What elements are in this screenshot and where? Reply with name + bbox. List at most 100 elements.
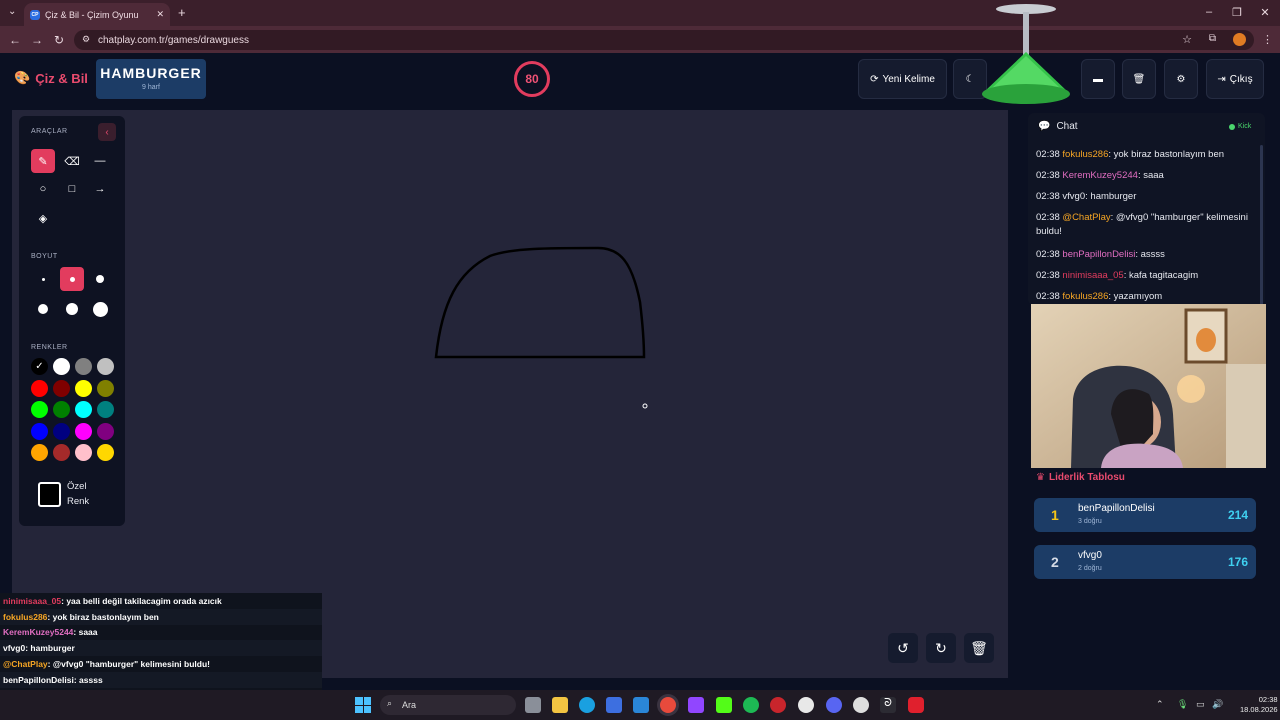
volume-icon[interactable]: 🔊 xyxy=(1212,699,1223,710)
chat-username[interactable]: KeremKuzey5244 xyxy=(1062,170,1138,181)
maximize-button[interactable]: ❐ xyxy=(1229,6,1245,19)
chevron-left-icon: ‹ xyxy=(105,126,109,138)
color-swatch[interactable] xyxy=(75,358,92,375)
close-window-button[interactable]: ✕ xyxy=(1257,6,1273,19)
circle-tool[interactable]: ○ xyxy=(31,177,55,201)
chat-username[interactable]: vfvg0 xyxy=(1062,191,1085,202)
chat-username[interactable]: benPapillonDelisi xyxy=(1062,249,1135,260)
line-tool[interactable]: — xyxy=(88,149,112,173)
leaderboard-correct: 2 doğru xyxy=(1078,565,1102,572)
exit-button[interactable]: ⇥ Çıkış xyxy=(1206,59,1264,99)
browser-menu-icon[interactable]: ⋮ xyxy=(1262,33,1273,46)
size-4[interactable] xyxy=(31,297,55,321)
color-swatch[interactable]: ✓ xyxy=(31,358,48,375)
circle-icon: ○ xyxy=(39,183,47,195)
archive-button[interactable]: ▬ xyxy=(1081,59,1115,99)
task-view-icon[interactable] xyxy=(525,697,541,713)
color-swatch[interactable] xyxy=(75,422,92,440)
bookmark-star-icon[interactable]: ☆ xyxy=(1182,33,1192,46)
collapse-panel-button[interactable]: ‹ xyxy=(98,123,116,141)
system-clock[interactable]: 02:38 18.08.2026 xyxy=(1240,695,1278,715)
network-icon[interactable]: ▭ xyxy=(1196,699,1205,710)
color-swatch[interactable] xyxy=(53,444,70,461)
clear-canvas-button[interactable]: 🗑 xyxy=(964,633,994,663)
color-swatch[interactable] xyxy=(75,444,92,461)
size-2[interactable] xyxy=(60,267,84,291)
delete-button[interactable]: 🗑 xyxy=(1122,59,1156,99)
color-swatch[interactable] xyxy=(97,422,114,440)
app4-icon[interactable] xyxy=(908,697,924,713)
app2-icon[interactable] xyxy=(853,697,869,713)
color-swatch[interactable] xyxy=(31,379,48,397)
color-swatch[interactable] xyxy=(53,358,70,375)
color-swatch[interactable] xyxy=(53,379,70,397)
minimize-button[interactable]: – xyxy=(1201,6,1217,18)
chat-username[interactable]: fokulus286 xyxy=(1062,149,1108,160)
color-swatch[interactable] xyxy=(97,401,114,418)
edge-icon[interactable] xyxy=(579,697,595,713)
store-icon[interactable] xyxy=(606,697,622,713)
spotify-icon[interactable] xyxy=(743,697,759,713)
profile-avatar[interactable] xyxy=(1233,33,1246,46)
eraser-tool[interactable]: ⌫ xyxy=(60,149,84,173)
kick-app-icon[interactable] xyxy=(716,697,732,713)
undo-button[interactable]: ↺ xyxy=(888,633,918,663)
obs-icon[interactable] xyxy=(770,697,786,713)
file-explorer-icon[interactable] xyxy=(552,697,568,713)
archive-icon: ▬ xyxy=(1093,73,1103,85)
fill-tool[interactable]: ◈ xyxy=(31,206,55,230)
close-tab-icon[interactable]: ✕ xyxy=(156,9,164,20)
extensions-icon[interactable]: ⧉ xyxy=(1209,33,1216,44)
chat-message: 02:38 @ChatPlay: @vfvg0 "hamburger" keli… xyxy=(1036,211,1258,239)
app-logo[interactable]: 🎨 Çiz & Bil xyxy=(14,70,88,86)
color-swatch[interactable] xyxy=(97,379,114,397)
custom-color-label[interactable]: Özel Renk xyxy=(67,479,89,509)
overlay-chat-line: benPapillonDelisi: assss xyxy=(0,671,322,688)
color-swatch[interactable] xyxy=(31,401,48,418)
square-tool[interactable]: □ xyxy=(60,177,84,201)
secret-word: HAMBURGER xyxy=(100,65,202,81)
arrow-tool[interactable]: → xyxy=(88,177,112,201)
start-button[interactable] xyxy=(355,697,371,713)
site-info-icon[interactable]: ⚙ xyxy=(82,34,90,45)
size-1[interactable] xyxy=(31,267,55,291)
size-6[interactable] xyxy=(88,297,112,321)
chat-scrollbar[interactable] xyxy=(1260,145,1263,305)
chat-username[interactable]: fokulus286 xyxy=(1062,291,1108,302)
redo-button[interactable]: ↻ xyxy=(926,633,956,663)
color-swatch[interactable] xyxy=(75,401,92,418)
taskbar-search[interactable]: ⌕ Ara xyxy=(380,695,516,715)
size-5[interactable] xyxy=(60,297,84,321)
brush-tool[interactable]: ✎ xyxy=(31,149,55,173)
new-tab-button[interactable]: + xyxy=(178,5,186,20)
size-3[interactable] xyxy=(88,267,112,291)
overlay-chat-text: : yok biraz bastonlayım ben xyxy=(47,611,159,622)
color-swatch[interactable] xyxy=(97,444,114,461)
new-word-button[interactable]: ⟳ Yeni Kelime xyxy=(858,59,947,99)
color-swatch[interactable] xyxy=(75,379,92,397)
mic-icon[interactable]: 🎙 xyxy=(1177,699,1188,710)
twitch-icon[interactable] xyxy=(688,697,704,713)
overlay-chat-line: KeremKuzey5244: saaa xyxy=(0,624,322,641)
tab-list-icon[interactable]: ⌄ xyxy=(8,6,16,17)
browser-tab[interactable]: CP Çiz & Bil - Çizim Oyunu ✕ xyxy=(24,3,170,26)
color-swatch[interactable] xyxy=(97,358,114,375)
url-text: chatplay.com.tr/games/drawguess xyxy=(98,34,249,46)
color-swatch[interactable] xyxy=(53,401,70,418)
color-swatch[interactable] xyxy=(53,422,70,440)
color-swatch[interactable] xyxy=(31,422,48,440)
chrome-icon[interactable] xyxy=(660,697,676,713)
mail-icon[interactable] xyxy=(633,697,649,713)
back-icon[interactable]: ← xyxy=(4,29,26,51)
chat-username[interactable]: @ChatPlay xyxy=(1062,212,1110,223)
reload-icon[interactable]: ↻ xyxy=(48,29,70,51)
color-swatch[interactable] xyxy=(31,444,48,461)
settings-button[interactable]: ⚙ xyxy=(1164,59,1198,99)
custom-color-swatch[interactable] xyxy=(38,482,61,507)
discord-icon[interactable] xyxy=(826,697,842,713)
app-icon[interactable] xyxy=(798,697,814,713)
tray-chevron-icon[interactable]: ⌃ xyxy=(1156,699,1164,710)
chat-username[interactable]: ninimisaaa_05 xyxy=(1062,270,1123,281)
forward-icon[interactable]: → xyxy=(26,29,48,51)
app3-icon[interactable]: ᘐ xyxy=(880,697,896,713)
